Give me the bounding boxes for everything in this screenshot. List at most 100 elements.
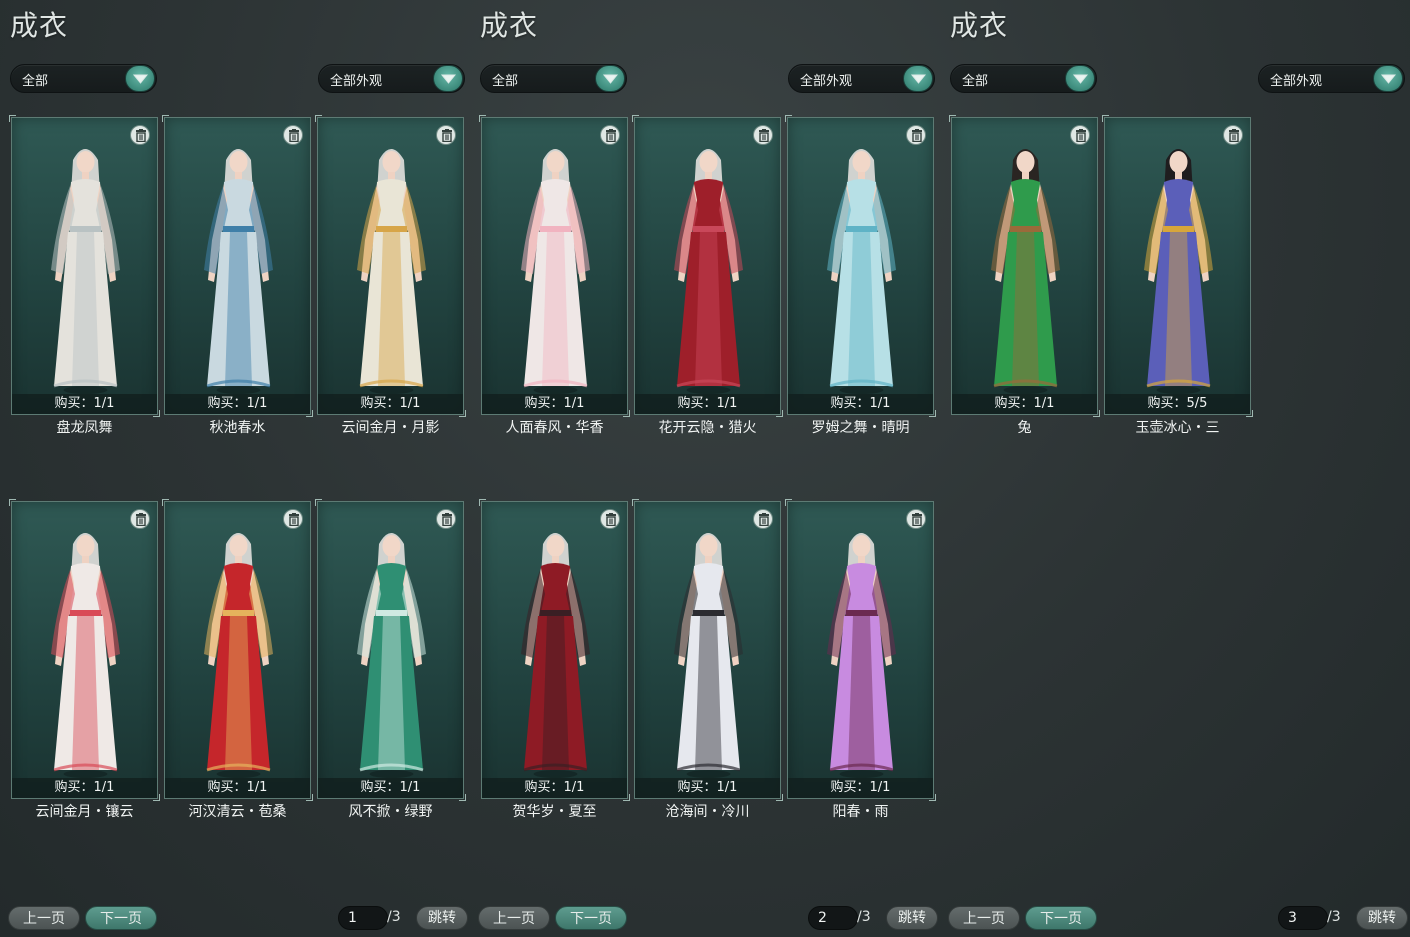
outfit-card[interactable]: 购买：1/1	[9, 115, 160, 417]
wardrobe-panel: 成衣 全部 全部外观 购买：1/1 兔 购买：5/5 玉壶冰心・三 上一页 下一页 3/3 跳转	[940, 0, 1410, 937]
outfit-name: 云间金月・镶云	[35, 804, 134, 820]
purchase-count: 购买：1/1	[12, 394, 157, 414]
purchase-count: 购买：1/1	[635, 778, 780, 798]
purchase-count: 购买：1/1	[952, 394, 1097, 414]
wardrobe-panel: 成衣 全部 全部外观 购买：1/1 盘龙凤舞 购买：1/1 秋池春水 购买：1/…	[0, 0, 470, 937]
trash-icon[interactable]	[753, 125, 773, 145]
dropdown-label: 全部	[492, 74, 519, 89]
outfit-name: 罗姆之舞・晴明	[811, 420, 910, 436]
outfit-preview-image	[37, 524, 134, 783]
trash-icon[interactable]	[436, 509, 456, 529]
jump-page-button[interactable]: 跳转	[416, 906, 468, 930]
outfit-card[interactable]: 购买：1/1	[632, 115, 783, 417]
outfit-name: 阳春・雨	[832, 804, 889, 820]
outfit-name: 贺华岁・夏至	[512, 804, 597, 820]
category-filter-dropdown[interactable]: 全部	[950, 64, 1097, 93]
dropdown-label: 全部外观	[800, 74, 853, 89]
category-filter-dropdown[interactable]: 全部	[480, 64, 627, 93]
dropdown-label: 全部外观	[1270, 74, 1323, 89]
chevron-down-icon[interactable]	[125, 65, 155, 92]
outfit-preview-image	[37, 140, 134, 399]
outfit-card[interactable]: 购买：1/1	[479, 115, 630, 417]
chevron-down-icon[interactable]	[595, 65, 625, 92]
trash-icon[interactable]	[1070, 125, 1090, 145]
prev-page-button[interactable]: 上一页	[8, 906, 80, 930]
trash-icon[interactable]	[283, 125, 303, 145]
outfit-preview-image	[343, 140, 440, 399]
page-number-input[interactable]: 1	[338, 906, 388, 930]
panel-title: 成衣	[10, 9, 69, 42]
jump-page-button[interactable]: 跳转	[886, 906, 938, 930]
outfit-name: 兔	[1017, 420, 1032, 436]
outfit-preview-image	[1130, 140, 1227, 399]
chevron-down-icon[interactable]	[903, 65, 933, 92]
outfit-name: 秋池春水	[209, 420, 266, 436]
chevron-down-icon[interactable]	[1373, 65, 1403, 92]
chevron-down-icon[interactable]	[433, 65, 463, 92]
page-number-input[interactable]: 2	[808, 906, 858, 930]
trash-icon[interactable]	[753, 509, 773, 529]
outfit-preview-image	[190, 524, 287, 783]
page-number-input[interactable]: 3	[1278, 906, 1328, 930]
panel-title: 成衣	[480, 9, 539, 42]
outfit-card[interactable]: 购买：1/1	[162, 499, 313, 801]
next-page-button[interactable]: 下一页	[555, 906, 627, 930]
outfit-name: 人面春风・华香	[505, 420, 604, 436]
outfit-preview-image	[660, 140, 757, 399]
trash-icon[interactable]	[436, 125, 456, 145]
next-page-button[interactable]: 下一页	[1025, 906, 1097, 930]
panel-title: 成衣	[950, 9, 1009, 42]
purchase-count: 购买：1/1	[482, 778, 627, 798]
appearance-filter-dropdown[interactable]: 全部外观	[1258, 64, 1405, 93]
outfit-card[interactable]: 购买：1/1	[632, 499, 783, 801]
outfit-preview-image	[190, 140, 287, 399]
outfit-card[interactable]: 购买：1/1	[479, 499, 630, 801]
trash-icon[interactable]	[130, 125, 150, 145]
outfit-card[interactable]: 购买：1/1	[315, 115, 466, 417]
purchase-count: 购买：1/1	[12, 778, 157, 798]
jump-page-button[interactable]: 跳转	[1356, 906, 1408, 930]
purchase-count: 购买：1/1	[482, 394, 627, 414]
outfit-preview-image	[813, 140, 910, 399]
outfit-name: 云间金月・月影	[341, 420, 440, 436]
trash-icon[interactable]	[130, 509, 150, 529]
appearance-filter-dropdown[interactable]: 全部外观	[318, 64, 465, 93]
purchase-count: 购买：1/1	[635, 394, 780, 414]
outfit-name: 盘龙凤舞	[56, 420, 113, 436]
trash-icon[interactable]	[283, 509, 303, 529]
outfit-name: 沧海间・冷川	[665, 804, 750, 820]
purchase-count: 购买：1/1	[165, 394, 310, 414]
outfit-name: 花开云隐・猎火	[658, 420, 757, 436]
category-filter-dropdown[interactable]: 全部	[10, 64, 157, 93]
trash-icon[interactable]	[600, 509, 620, 529]
dropdown-label: 全部	[22, 74, 49, 89]
outfit-preview-image	[343, 524, 440, 783]
page-total: /3	[387, 909, 401, 925]
next-page-button[interactable]: 下一页	[85, 906, 157, 930]
trash-icon[interactable]	[906, 509, 926, 529]
purchase-count: 购买：1/1	[788, 394, 933, 414]
prev-page-button[interactable]: 上一页	[948, 906, 1020, 930]
outfit-card[interactable]: 购买：1/1	[949, 115, 1100, 417]
trash-icon[interactable]	[1223, 125, 1243, 145]
chevron-down-icon[interactable]	[1065, 65, 1095, 92]
purchase-count: 购买：1/1	[165, 778, 310, 798]
outfit-card[interactable]: 购买：1/1	[162, 115, 313, 417]
purchase-count: 购买：1/1	[788, 778, 933, 798]
outfit-card[interactable]: 购买：1/1	[9, 499, 160, 801]
outfit-card[interactable]: 购买：1/1	[315, 499, 466, 801]
trash-icon[interactable]	[906, 125, 926, 145]
purchase-count: 购买：5/5	[1105, 394, 1250, 414]
outfit-card[interactable]: 购买：1/1	[785, 499, 936, 801]
outfit-name: 风不掀・绿野	[348, 804, 433, 820]
outfit-preview-image	[813, 524, 910, 783]
page-total: /3	[857, 909, 871, 925]
appearance-filter-dropdown[interactable]: 全部外观	[788, 64, 935, 93]
trash-icon[interactable]	[600, 125, 620, 145]
outfit-card[interactable]: 购买：1/1	[785, 115, 936, 417]
purchase-count: 购买：1/1	[318, 394, 463, 414]
outfit-preview-image	[977, 140, 1074, 399]
outfit-card[interactable]: 购买：5/5	[1102, 115, 1253, 417]
outfit-name: 玉壶冰心・三	[1135, 420, 1220, 436]
prev-page-button[interactable]: 上一页	[478, 906, 550, 930]
